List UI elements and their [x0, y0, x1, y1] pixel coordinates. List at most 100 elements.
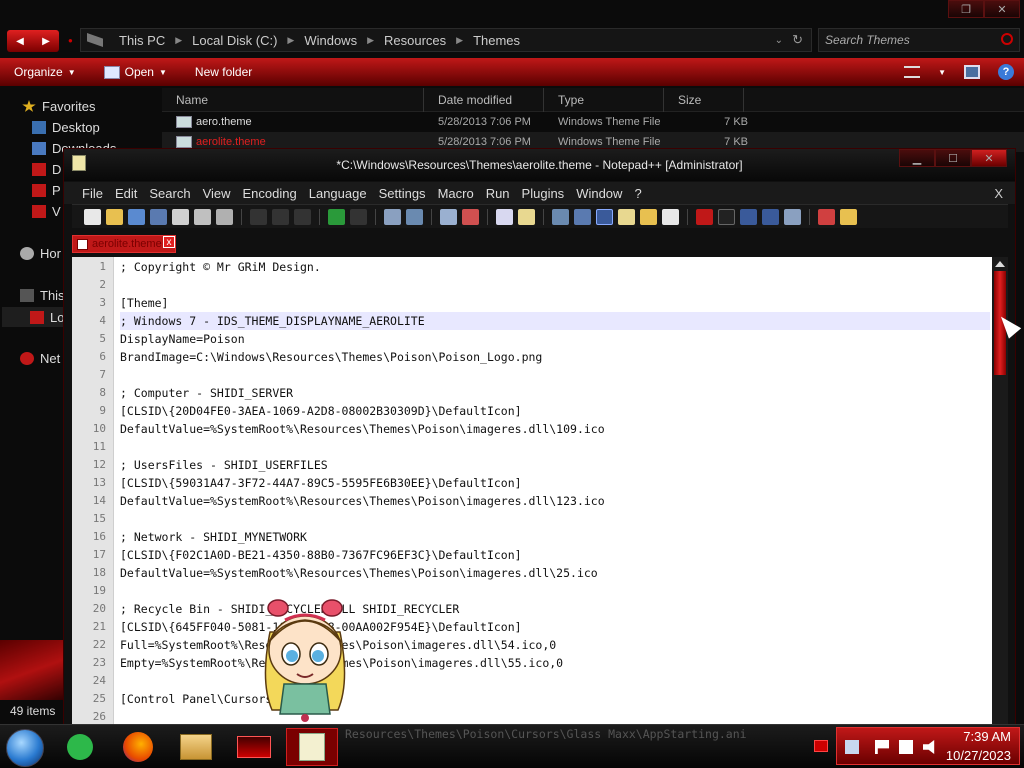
menu-edit[interactable]: Edit	[109, 186, 143, 201]
breadcrumb-separator-icon[interactable]: ▶	[363, 35, 378, 46]
new-file-icon[interactable]	[84, 208, 101, 225]
code-line[interactable]: ; Copyright © Mr GRiM Design.	[120, 258, 990, 276]
menu-plugins[interactable]: Plugins	[516, 186, 571, 201]
code-line[interactable]	[120, 510, 990, 528]
code-line[interactable]: [CLSID\{20D04FE0-3AEA-1069-A2D8-08002B30…	[120, 402, 990, 420]
recent-locations-icon[interactable]: ●	[68, 36, 76, 45]
redo-icon[interactable]	[350, 208, 367, 225]
sync-horizontal-icon[interactable]	[518, 208, 535, 225]
close-document-button[interactable]: X	[994, 186, 1003, 201]
function-list-icon[interactable]	[662, 208, 679, 225]
forward-arrow-icon[interactable]: ▶	[42, 36, 50, 47]
user-language-icon[interactable]	[618, 208, 635, 225]
code-line[interactable]: ; Network - SHIDI_MYNETWORK	[120, 528, 990, 546]
print-icon[interactable]	[216, 208, 233, 225]
code-line[interactable]: [CLSID\{59031A47-3F72-44A7-89C5-5595FE6B…	[120, 474, 990, 492]
breadcrumb-separator-icon[interactable]: ▶	[171, 35, 186, 46]
show-all-characters-icon[interactable]	[574, 208, 591, 225]
menu-run[interactable]: Run	[480, 186, 516, 201]
minimize-button[interactable]: ▁	[899, 149, 935, 167]
code-line[interactable]: DefaultValue=%SystemRoot%\Resources\Them…	[120, 564, 990, 582]
close-file-icon[interactable]	[172, 208, 189, 225]
word-wrap-icon[interactable]	[552, 208, 569, 225]
refresh-icon[interactable]: ↻	[792, 32, 803, 48]
code-line[interactable]: BrandImage=C:\Windows\Resources\Themes\P…	[120, 348, 990, 366]
organize-button[interactable]: Organize ▼	[0, 65, 90, 79]
back-arrow-icon[interactable]: ◀	[16, 36, 24, 47]
nav-this-pc[interactable]: This	[20, 288, 65, 303]
back-forward-buttons[interactable]: ◀ ▶	[7, 30, 59, 52]
document-map-icon[interactable]	[640, 208, 657, 225]
code-line[interactable]: DisplayName=Poison	[120, 330, 990, 348]
plugin-icon[interactable]	[840, 208, 857, 225]
taskbar-firefox[interactable]	[112, 728, 164, 766]
flag-icon[interactable]	[875, 740, 889, 754]
menu-settings[interactable]: Settings	[373, 186, 432, 201]
code-line[interactable]: [Theme]	[120, 294, 990, 312]
nav-item-v[interactable]: V	[32, 204, 61, 219]
text-editor[interactable]: 1 2 3 4 5 6 7 8 9 10 11 12 13 14 15 16 17 18 19 20 21 22 23 24 2…	[72, 257, 1008, 727]
find-icon[interactable]	[384, 208, 401, 225]
spell-check-icon[interactable]	[818, 208, 835, 225]
save-macro-icon[interactable]	[784, 208, 801, 225]
code-line[interactable]: ; UsersFiles - SHIDI_USERFILES	[120, 456, 990, 474]
breadcrumb-windows[interactable]: Windows	[298, 33, 363, 48]
undo-icon[interactable]	[328, 208, 345, 225]
search-input[interactable]: Search Themes	[818, 28, 1020, 52]
taskbar-file-explorer[interactable]	[170, 728, 222, 766]
help-icon[interactable]: ?	[998, 64, 1014, 80]
tab-aerolite-theme[interactable]: aerolite.theme	[72, 235, 176, 253]
code-line[interactable]	[120, 366, 990, 384]
maximize-button[interactable]: ☐	[935, 149, 971, 167]
taskbar-notepad[interactable]	[286, 728, 338, 766]
title-bar[interactable]: *C:\Windows\Resources\Themes\aerolite.th…	[64, 149, 1015, 181]
sync-vertical-icon[interactable]	[496, 208, 513, 225]
nav-favorites[interactable]: Favorites	[22, 99, 95, 114]
close-button[interactable]: ✕	[971, 149, 1007, 167]
taskbar-red-app[interactable]	[228, 728, 280, 766]
breadcrumb-this-pc[interactable]: This PC	[113, 33, 171, 48]
menu-view[interactable]: View	[197, 186, 237, 201]
stop-macro-icon[interactable]	[718, 208, 735, 225]
new-folder-button[interactable]: New folder	[181, 65, 266, 79]
chevron-down-icon[interactable]: ▼	[938, 68, 946, 77]
code-line[interactable]: DefaultValue=%SystemRoot%\Resources\Them…	[120, 420, 990, 438]
menu-language[interactable]: Language	[303, 186, 373, 201]
nav-network[interactable]: Net	[20, 351, 60, 366]
file-row[interactable]: aero.theme 5/28/2013 7:06 PM Windows The…	[162, 112, 1024, 132]
restore-button[interactable]: ❐	[948, 0, 984, 18]
menu-window[interactable]: Window	[570, 186, 628, 201]
start-button[interactable]	[6, 729, 44, 767]
breadcrumb-resources[interactable]: Resources	[378, 33, 452, 48]
code-line[interactable]: [CLSID\{F02C1A0D-BE21-4350-88B0-7367FC96…	[120, 546, 990, 564]
replace-icon[interactable]	[406, 208, 423, 225]
paste-icon[interactable]	[294, 208, 311, 225]
action-center-icon[interactable]	[845, 740, 859, 754]
breadcrumb-themes[interactable]: Themes	[467, 33, 526, 48]
save-icon[interactable]	[128, 208, 145, 225]
menu-macro[interactable]: Macro	[432, 186, 480, 201]
column-size[interactable]: Size	[664, 87, 744, 112]
clock-date[interactable]: 10/27/2023	[946, 748, 1011, 763]
menu-encoding[interactable]: Encoding	[237, 186, 303, 201]
column-date[interactable]: Date modified	[424, 87, 544, 112]
run-macro-multiple-icon[interactable]	[762, 208, 779, 225]
nav-homegroup[interactable]: Hor	[20, 246, 61, 261]
play-macro-icon[interactable]	[740, 208, 757, 225]
clock-time[interactable]: 7:39 AM	[963, 729, 1011, 744]
indent-guide-icon[interactable]	[596, 208, 613, 225]
code-line[interactable]: ; Computer - SHIDI_SERVER	[120, 384, 990, 402]
search-icon[interactable]	[1001, 33, 1013, 45]
code-line[interactable]	[120, 276, 990, 294]
taskbar-notes[interactable]	[54, 728, 106, 766]
save-all-icon[interactable]	[150, 208, 167, 225]
menu-search[interactable]: Search	[143, 186, 196, 201]
preview-pane-icon[interactable]	[964, 65, 980, 79]
code-area[interactable]: ; Copyright © Mr GRiM Design. [Theme]; Wi…	[116, 257, 990, 727]
menu-help[interactable]: ?	[628, 186, 647, 201]
code-line[interactable]	[120, 438, 990, 456]
column-name[interactable]: Name	[162, 87, 424, 112]
open-file-icon[interactable]	[106, 208, 123, 225]
code-line[interactable]: ; Windows 7 - IDS_THEME_DISPLAYNAME_AERO…	[120, 312, 990, 330]
cut-icon[interactable]	[250, 208, 267, 225]
